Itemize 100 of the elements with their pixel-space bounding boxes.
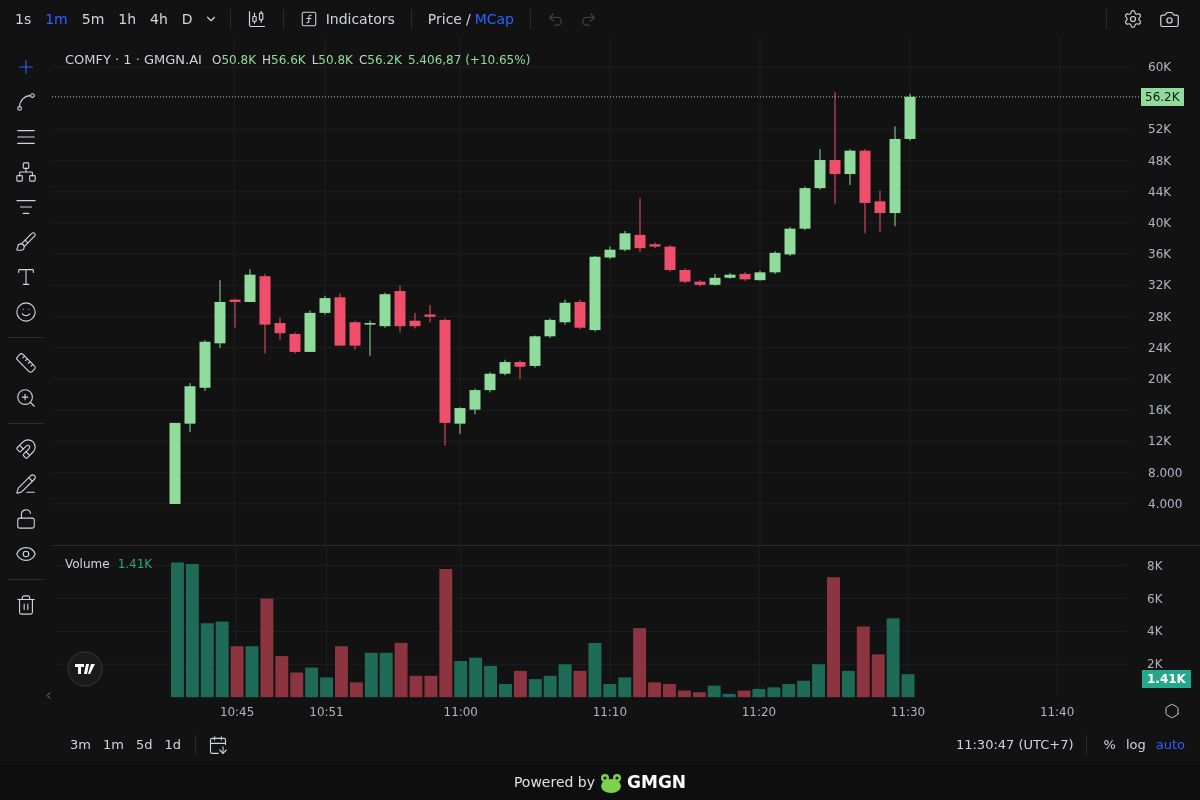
last-price-tag: 56.2K bbox=[1141, 88, 1184, 106]
price-axis-label: 16K bbox=[1148, 403, 1172, 418]
candle bbox=[364, 320, 376, 357]
price-mode-toggle[interactable]: Price bbox=[427, 8, 462, 30]
range-button[interactable]: 1d bbox=[158, 735, 187, 755]
brand-name: GMGN bbox=[627, 770, 687, 794]
volume-axis-label: 6K bbox=[1147, 591, 1163, 606]
range-button[interactable]: 3m bbox=[64, 735, 97, 755]
volume-title: Volume bbox=[65, 556, 110, 573]
candle bbox=[544, 317, 556, 339]
time-axis-label: 11:10 bbox=[592, 705, 627, 720]
scale-option[interactable]: log bbox=[1120, 735, 1151, 755]
candle bbox=[214, 279, 226, 349]
candle bbox=[229, 298, 241, 329]
candle bbox=[574, 299, 586, 330]
candle bbox=[664, 244, 676, 273]
interval-tab[interactable]: 4h bbox=[143, 5, 175, 33]
candle bbox=[769, 250, 781, 275]
price-axis-label: 12K bbox=[1148, 434, 1172, 449]
interval-tab[interactable]: D bbox=[174, 5, 200, 33]
candle bbox=[274, 317, 286, 341]
undo-icon bbox=[547, 10, 564, 28]
candle bbox=[499, 359, 511, 376]
indicators-button[interactable]: Indicators bbox=[291, 5, 403, 33]
clock-label: 11:30:47 (UTC+7) bbox=[955, 736, 1074, 755]
frog-logo-icon bbox=[599, 771, 624, 794]
candle bbox=[334, 292, 346, 347]
volume-last-tag: 1.41K bbox=[1142, 670, 1191, 688]
candle bbox=[424, 304, 436, 323]
price-mode-toggle[interactable]: MCap bbox=[474, 8, 514, 30]
lock-icon bbox=[15, 508, 37, 530]
volume-axis-label: 8K bbox=[1147, 558, 1163, 573]
candle bbox=[709, 273, 721, 287]
volume-bar bbox=[484, 665, 497, 698]
candle bbox=[559, 299, 571, 326]
candle bbox=[604, 246, 616, 260]
price-axis-label: 28K bbox=[1148, 309, 1172, 324]
interval-tab[interactable]: 1h bbox=[111, 5, 144, 33]
candle bbox=[514, 360, 526, 380]
redo-icon bbox=[580, 10, 597, 28]
magnet-icon bbox=[15, 438, 37, 460]
price-axis-label: 32K bbox=[1148, 278, 1172, 293]
ohlc-value: O50.8K bbox=[211, 51, 256, 69]
price-axis-label: 40K bbox=[1148, 216, 1172, 230]
interval-tab[interactable]: 1s bbox=[8, 5, 39, 33]
candle bbox=[289, 331, 301, 354]
scale-option[interactable]: auto bbox=[1150, 735, 1190, 755]
powered-by-text: Powered by bbox=[513, 773, 596, 792]
candle bbox=[454, 406, 466, 435]
price-axis-label: 20K bbox=[1148, 372, 1172, 386]
candlestick-icon bbox=[246, 9, 267, 29]
candle bbox=[649, 242, 661, 249]
range-button[interactable]: 5d bbox=[129, 735, 159, 755]
candle bbox=[469, 388, 481, 415]
candle bbox=[409, 312, 421, 329]
line-icon bbox=[15, 91, 37, 113]
candle bbox=[319, 295, 331, 315]
candle bbox=[784, 226, 796, 257]
function-icon bbox=[299, 10, 318, 28]
time-axis-label: 10:51 bbox=[309, 705, 344, 720]
price-axis-label: 52K bbox=[1148, 122, 1172, 137]
interval-tab[interactable]: 5m bbox=[74, 5, 112, 33]
candle bbox=[814, 148, 826, 191]
text-icon bbox=[15, 266, 37, 288]
volume-bar bbox=[752, 688, 766, 698]
candle bbox=[304, 310, 316, 353]
settings-icon bbox=[1123, 9, 1143, 29]
candle bbox=[724, 272, 736, 280]
axis-settings-button[interactable] bbox=[1164, 703, 1180, 719]
scale-option[interactable]: % bbox=[1098, 735, 1121, 755]
candle bbox=[679, 267, 691, 284]
volume-axis-label: 4K bbox=[1147, 624, 1163, 639]
candle bbox=[484, 371, 496, 393]
price-axis-label: 36K bbox=[1148, 247, 1172, 262]
ruler-icon bbox=[15, 352, 37, 374]
candle bbox=[349, 320, 361, 351]
range-button[interactable]: 1m bbox=[96, 735, 130, 755]
time-axis-label: 11:00 bbox=[443, 705, 478, 720]
zoom-icon bbox=[15, 387, 37, 409]
candle bbox=[634, 197, 646, 253]
price-axis-label: 8.000 bbox=[1148, 465, 1183, 480]
volume-value: 1.41K bbox=[117, 556, 153, 573]
time-axis-label: 11:30 bbox=[890, 705, 926, 720]
candle bbox=[739, 271, 751, 282]
brush-icon bbox=[15, 231, 37, 253]
volume-axis-label: 2K bbox=[1147, 657, 1163, 672]
candle bbox=[844, 148, 856, 186]
candle bbox=[904, 93, 916, 141]
ohlc-value: H56.6K bbox=[262, 51, 306, 69]
candle bbox=[799, 186, 811, 231]
mode-separator: / bbox=[465, 9, 471, 29]
candle bbox=[199, 339, 211, 392]
candle bbox=[754, 270, 766, 282]
candle bbox=[379, 292, 391, 329]
candle bbox=[874, 189, 886, 233]
ohlc-value: L50.8K bbox=[311, 51, 353, 69]
interval-tab[interactable]: 1m bbox=[38, 5, 75, 33]
candle bbox=[394, 285, 406, 333]
volume-bar bbox=[782, 684, 796, 698]
price-axis-label: 4.000 bbox=[1148, 496, 1183, 511]
